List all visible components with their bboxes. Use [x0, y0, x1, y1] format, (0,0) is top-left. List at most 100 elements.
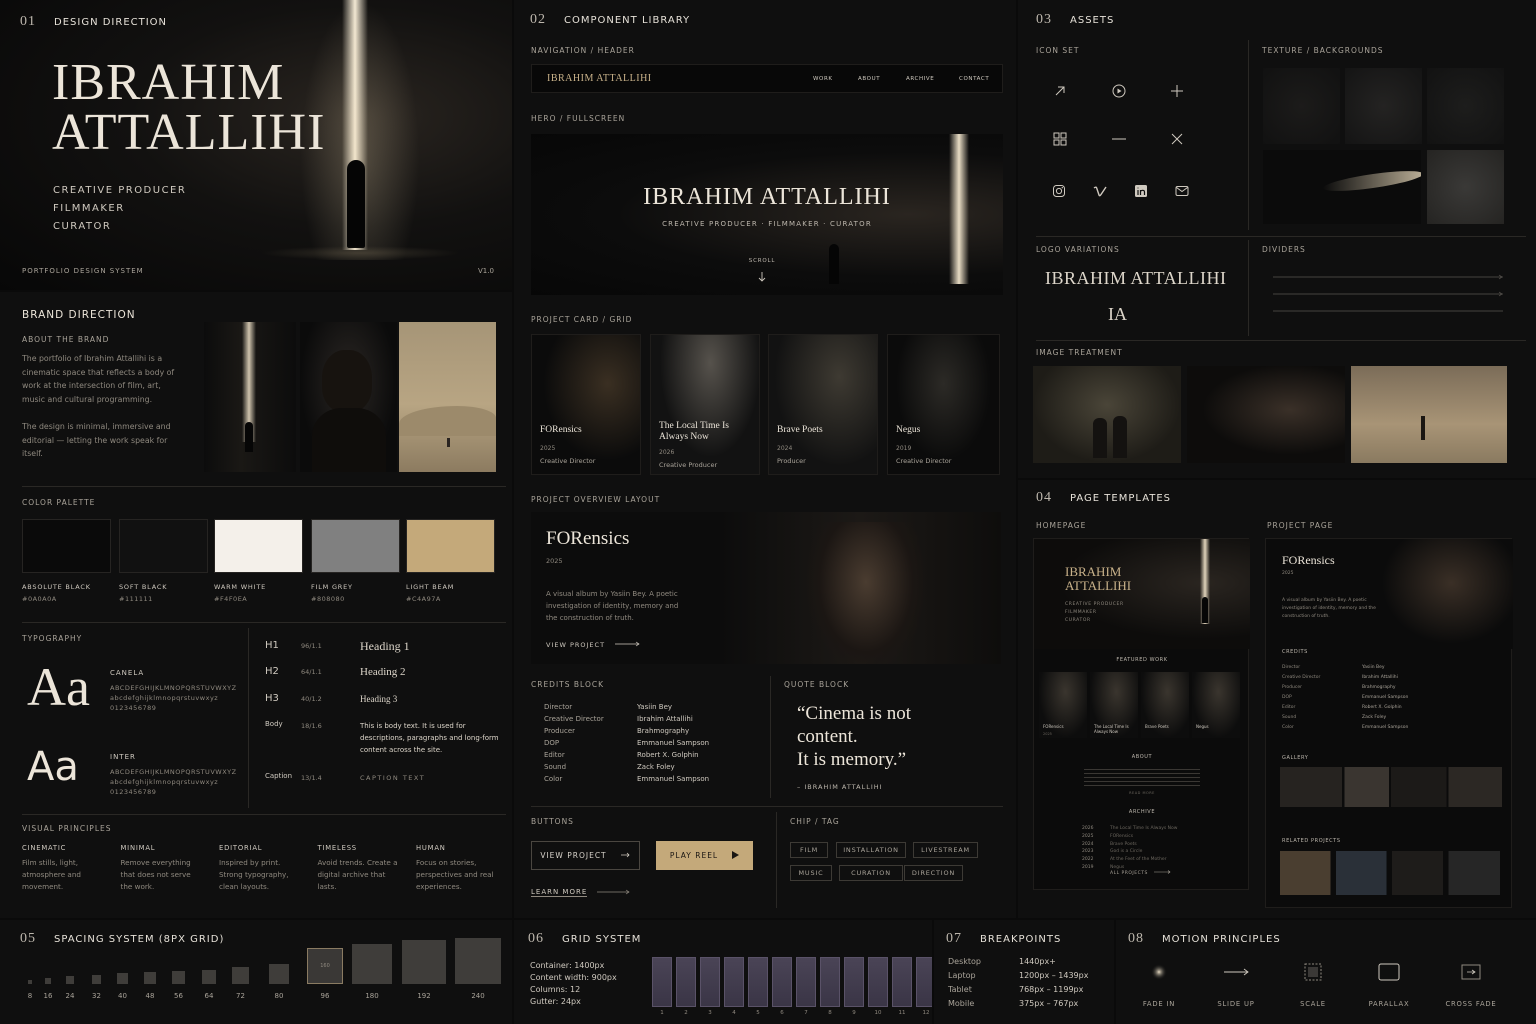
hero-title: IBRAHIM ATTALLIHI — [643, 184, 891, 210]
archive-title[interactable]: The Local Time Is Always Now — [1110, 826, 1177, 831]
play-reel-button[interactable]: PLAY REEL — [656, 841, 753, 870]
chip-film[interactable]: FILM — [790, 842, 828, 858]
overview-view-link[interactable]: VIEW PROJECT — [546, 641, 641, 649]
chip-livestream[interactable]: LIVESTREAM — [913, 842, 978, 858]
chip-direction[interactable]: DIRECTION — [904, 865, 963, 881]
project-card[interactable]: Brave Poets 2024 Producer — [768, 334, 878, 475]
serif-charset: ABCDEFGHIJKLMNOPQRSTUVWXYZ abcdefghijklmn… — [110, 684, 237, 712]
spacing-value: 96 — [320, 992, 330, 1000]
nav-item-archive[interactable]: ARCHIVE — [906, 76, 959, 82]
home-read-more[interactable]: READ MORE — [1034, 791, 1250, 795]
play-circle-icon[interactable] — [1112, 83, 1126, 98]
minus-icon[interactable] — [1112, 131, 1126, 145]
nav-item-about[interactable]: ABOUT — [858, 76, 906, 82]
home-card[interactable]: The Local Time Is Always Now — [1090, 672, 1138, 738]
credit-name: Emmanuel Sampson — [637, 775, 710, 783]
spacing-value: 16 — [43, 992, 53, 1000]
archive-title[interactable]: God is a Circle — [1110, 849, 1142, 854]
hero-label: HERO / FULLSCREEN — [531, 114, 626, 123]
quote-text: “Cinema is not content. It is memory.” — [797, 703, 911, 770]
grid-column-number: 2 — [684, 1010, 688, 1016]
spacing-block-40 — [117, 973, 128, 984]
linkedin-icon[interactable] — [1134, 183, 1148, 197]
grid-column-number: 12 — [922, 1010, 930, 1016]
credit-name: Robert X. Golphin — [637, 751, 699, 759]
scroll-arrow-icon[interactable] — [757, 268, 767, 282]
spacing-block-24 — [66, 976, 74, 984]
serif-font-name: CANELA — [110, 669, 145, 677]
principle-title: MINIMAL — [120, 844, 156, 852]
chip-installation[interactable]: INSTALLATION — [836, 842, 906, 858]
project-gallery-label: GALLERY — [1282, 755, 1309, 761]
proj-credit-name: Ibrahim Attallihi — [1362, 675, 1398, 680]
spacing-block-80 — [269, 964, 289, 984]
motion-label: SLIDE UP — [1217, 1000, 1255, 1008]
view-project-button[interactable]: VIEW PROJECT — [531, 841, 640, 870]
card-year: 2025 — [540, 445, 556, 452]
project-card[interactable]: The Local Time Is Always Now 2026 Creative… — [650, 334, 760, 475]
swatch-name: ABSOLUTE BLACK — [22, 583, 91, 591]
home-card[interactable]: Brave Poets — [1141, 672, 1189, 738]
chip-curation[interactable]: CURATION — [839, 865, 903, 881]
card-role: Producer — [777, 457, 806, 465]
home-card[interactable]: FORensics 2025 — [1039, 672, 1087, 738]
icon-set-label: ICON SET — [1036, 46, 1080, 55]
home-card-title: The Local Time Is Always Now — [1094, 724, 1129, 734]
chip-music[interactable]: MUSIC — [790, 865, 832, 881]
spacing-block-64 — [202, 970, 216, 984]
logo-full: IBRAHIM ATTALLIHI — [1045, 268, 1227, 288]
principle-title: EDITORIAL — [219, 844, 263, 852]
play-icon — [732, 850, 740, 861]
texture-concrete — [1427, 150, 1504, 224]
project-card[interactable]: FORensics 2025 Creative Director — [531, 334, 641, 475]
archive-title[interactable]: At the Feet of the Mother — [1110, 857, 1167, 862]
grid-column — [868, 957, 888, 1007]
credit-name: Yasiin Bey — [637, 703, 673, 711]
project-card[interactable]: Negus 2019 Creative Director — [887, 334, 1000, 475]
grid-icon[interactable] — [1053, 131, 1067, 146]
card-year: 2019 — [896, 445, 912, 452]
nav-item-contact[interactable]: CONTACT — [959, 76, 989, 82]
motion-label: CROSS FADE — [1445, 1000, 1497, 1008]
breakpoint-value: 768px – 1199px — [1019, 985, 1084, 994]
principle-text: Film stills, light, atmosphere and movem… — [22, 858, 81, 891]
archive-year: 2025 — [1082, 833, 1094, 839]
spacing-value: 64 — [204, 992, 214, 1000]
assets-panel: 03 ASSETS ICON SET TEXTURE / BACKGROUNDS … — [1018, 0, 1536, 478]
close-icon[interactable] — [1170, 131, 1184, 145]
grid-column — [844, 957, 864, 1007]
dividers-label: DIVIDERS — [1262, 245, 1306, 254]
credit-role: Director — [544, 703, 573, 711]
project-year: 2025 — [1282, 571, 1294, 576]
credit-name: Ibrahim Attallihi — [637, 715, 693, 723]
home-all-projects[interactable]: ALL PROJECTS — [1110, 870, 1172, 876]
nav-item-work[interactable]: WORK — [813, 76, 858, 82]
arrow-up-right-icon[interactable] — [1053, 83, 1067, 97]
spacing-block-16 — [45, 978, 51, 984]
breakpoint-value: 375px – 767px — [1019, 999, 1079, 1008]
grid-column-number: 5 — [756, 1010, 760, 1016]
archive-title[interactable]: FORensics — [1110, 834, 1133, 839]
plus-icon[interactable] — [1170, 83, 1184, 97]
hero-scroll[interactable]: SCROLL — [531, 258, 993, 264]
credit-name: Brahmography — [637, 727, 690, 735]
arrow-right-icon — [615, 641, 641, 649]
texture-light-beam — [1263, 150, 1421, 224]
learn-more-link[interactable]: LEARN MORE — [531, 888, 631, 897]
nav-brand-link[interactable]: IBRAHIM ATTALLIHI — [547, 73, 652, 84]
grid-column-number: 1 — [660, 1010, 664, 1016]
gallery-strip — [1280, 767, 1502, 807]
archive-title[interactable]: Brave Poets — [1110, 842, 1137, 847]
card-title: Negus — [896, 425, 921, 435]
instagram-icon[interactable] — [1052, 183, 1066, 197]
proj-credit-role: Creative Director — [1282, 675, 1321, 680]
grid-column-number: 9 — [852, 1010, 856, 1016]
spacing-block-48 — [144, 972, 156, 984]
sans-charset: ABCDEFGHIJKLMNOPQRSTUVWXYZ abcdefghijklmn… — [110, 768, 237, 796]
vimeo-icon[interactable] — [1093, 183, 1107, 197]
sans-font-name: INTER — [110, 753, 136, 761]
mail-icon[interactable] — [1175, 183, 1189, 197]
section-header-04: 04 PAGE TEMPLATES — [1036, 490, 1172, 505]
home-card[interactable]: Negus — [1192, 672, 1240, 738]
card-role: Creative Director — [540, 457, 596, 465]
